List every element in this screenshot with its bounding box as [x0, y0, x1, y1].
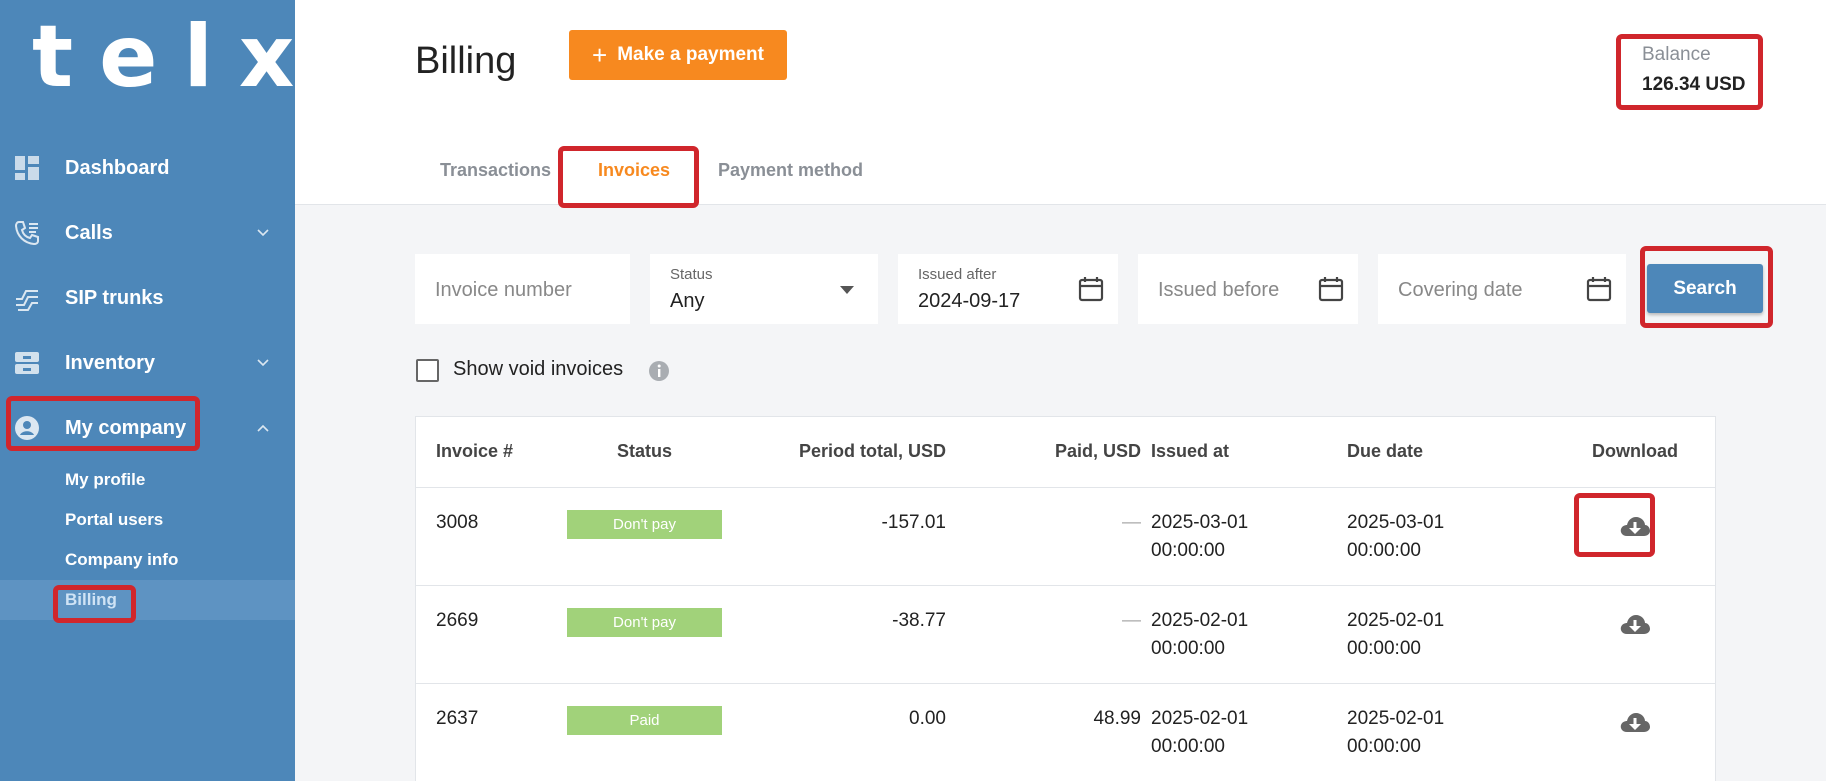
covering-date-placeholder: Covering date: [1398, 279, 1523, 301]
invoice-number: 2669: [436, 610, 479, 631]
invoice-number-placeholder: Invoice number: [435, 279, 572, 301]
sidebar-subitem-my-profile[interactable]: My profile: [0, 460, 295, 500]
period-total: -38.77: [892, 610, 946, 631]
column-header-issued-at[interactable]: Issued at: [1151, 441, 1229, 462]
period-total: -157.01: [881, 512, 946, 533]
sidebar-item-sip-trunks[interactable]: SIP trunks: [0, 270, 295, 326]
cloud-download-icon[interactable]: [1619, 612, 1651, 638]
inventory-icon: [14, 350, 40, 376]
search-button[interactable]: Search: [1647, 264, 1763, 313]
sidebar-item-label: Inventory: [65, 351, 156, 374]
issued-after-label: Issued after: [918, 266, 997, 283]
table-row[interactable]: 3008 Don't pay -157.01 — 2025-03-01 00:0…: [416, 487, 1715, 585]
issued-time: 00:00:00: [1151, 736, 1225, 757]
period-total: 0.00: [909, 708, 946, 729]
issued-time: 00:00:00: [1151, 638, 1225, 659]
tab-invoices[interactable]: Invoices: [598, 160, 670, 181]
table-row[interactable]: 2637 Paid 0.00 48.99 2025-02-01 00:00:00…: [416, 683, 1715, 781]
tab-payment-method[interactable]: Payment method: [718, 160, 863, 181]
sidebar-subitem-label: My profile: [65, 470, 146, 489]
invoice-number: 2637: [436, 708, 479, 729]
issued-date: 2025-03-01: [1151, 512, 1249, 533]
status-badge: Don't pay: [567, 510, 722, 539]
sidebar-item-label: Dashboard: [65, 156, 170, 179]
cloud-download-icon[interactable]: [1619, 710, 1651, 736]
sidebar-subitem-label: Billing: [65, 590, 117, 609]
status-badge: Paid: [567, 706, 722, 735]
paid-amount: —: [1122, 610, 1141, 631]
page-title: Billing: [415, 40, 517, 82]
balance-value: 126.34 USD: [1642, 74, 1746, 95]
balance-label: Balance: [1642, 44, 1711, 65]
caret-down-icon: [840, 286, 854, 294]
table-row[interactable]: 2669 Don't pay -38.77 — 2025-02-01 00:00…: [416, 585, 1715, 683]
dashboard-icon: [14, 155, 40, 181]
invoice-number-input[interactable]: Invoice number: [415, 254, 630, 324]
paid-amount: —: [1122, 512, 1141, 533]
sidebar-item-label: Calls: [65, 221, 113, 244]
chevron-down-icon: [256, 356, 270, 370]
column-header-period-total[interactable]: Period total, USD: [746, 441, 946, 462]
invoices-table: Invoice # Status Period total, USD Paid,…: [415, 416, 1716, 781]
sip-trunks-icon: [14, 285, 40, 311]
issued-time: 00:00:00: [1151, 540, 1225, 561]
status-select[interactable]: Status Any: [650, 254, 878, 324]
invoice-number: 3008: [436, 512, 479, 533]
show-void-label[interactable]: Show void invoices: [453, 358, 623, 381]
sidebar-subitem-label: Portal users: [65, 510, 164, 529]
issued-date: 2025-02-01: [1151, 708, 1249, 729]
issued-before-input[interactable]: Issued before: [1138, 254, 1358, 324]
page-header: Billing + Make a payment Balance 126.34 …: [295, 0, 1826, 205]
chevron-down-icon: [256, 226, 270, 240]
show-void-checkbox[interactable]: [416, 359, 439, 382]
chevron-up-icon: [256, 421, 270, 435]
status-value: Any: [670, 290, 705, 312]
tab-transactions[interactable]: Transactions: [440, 160, 551, 181]
calendar-icon[interactable]: [1078, 276, 1104, 302]
calls-icon: [14, 220, 40, 246]
column-header-status[interactable]: Status: [567, 441, 722, 462]
info-icon[interactable]: [648, 360, 670, 382]
due-time: 00:00:00: [1347, 540, 1421, 561]
sidebar-subitem-portal-users[interactable]: Portal users: [0, 500, 295, 540]
sidebar-item-my-company[interactable]: My company: [0, 400, 295, 456]
issued-before-placeholder: Issued before: [1158, 279, 1280, 301]
due-time: 00:00:00: [1347, 638, 1421, 659]
sidebar-item-calls[interactable]: Calls: [0, 205, 295, 261]
sidebar-subitem-label: Company info: [65, 550, 179, 569]
plus-icon: +: [592, 40, 608, 70]
sidebar-subitem-billing[interactable]: Billing: [0, 580, 295, 620]
issued-after-value: 2024-09-17: [918, 290, 1021, 312]
make-payment-label: Make a payment: [617, 44, 764, 65]
calendar-icon[interactable]: [1586, 276, 1612, 302]
column-header-invoice[interactable]: Invoice #: [436, 441, 513, 462]
sidebar-item-inventory[interactable]: Inventory: [0, 335, 295, 391]
sidebar: telxi Dashboard Calls SIP trunks Invento…: [0, 0, 350, 781]
user-circle-icon: [14, 415, 40, 441]
make-payment-button[interactable]: + Make a payment: [569, 30, 787, 80]
status-badge: Don't pay: [567, 608, 722, 637]
due-date: 2025-02-01: [1347, 610, 1445, 631]
sidebar-item-dashboard[interactable]: Dashboard: [0, 140, 295, 196]
sidebar-subitem-company-info[interactable]: Company info: [0, 540, 295, 580]
due-date: 2025-02-01: [1347, 708, 1445, 729]
sidebar-item-label: SIP trunks: [65, 286, 164, 309]
covering-date-input[interactable]: Covering date: [1378, 254, 1626, 324]
paid-amount: 48.99: [1093, 708, 1141, 729]
due-date: 2025-03-01: [1347, 512, 1445, 533]
column-header-paid[interactable]: Paid, USD: [1016, 441, 1141, 462]
issued-date: 2025-02-01: [1151, 610, 1249, 631]
cloud-download-icon[interactable]: [1619, 514, 1651, 540]
column-header-due-date[interactable]: Due date: [1347, 441, 1423, 462]
due-time: 00:00:00: [1347, 736, 1421, 757]
column-header-download: Download: [1592, 441, 1678, 461]
sidebar-item-label: My company: [65, 416, 187, 439]
status-label: Status: [670, 266, 713, 283]
issued-after-input[interactable]: Issued after 2024-09-17: [898, 254, 1118, 324]
calendar-icon[interactable]: [1318, 276, 1344, 302]
